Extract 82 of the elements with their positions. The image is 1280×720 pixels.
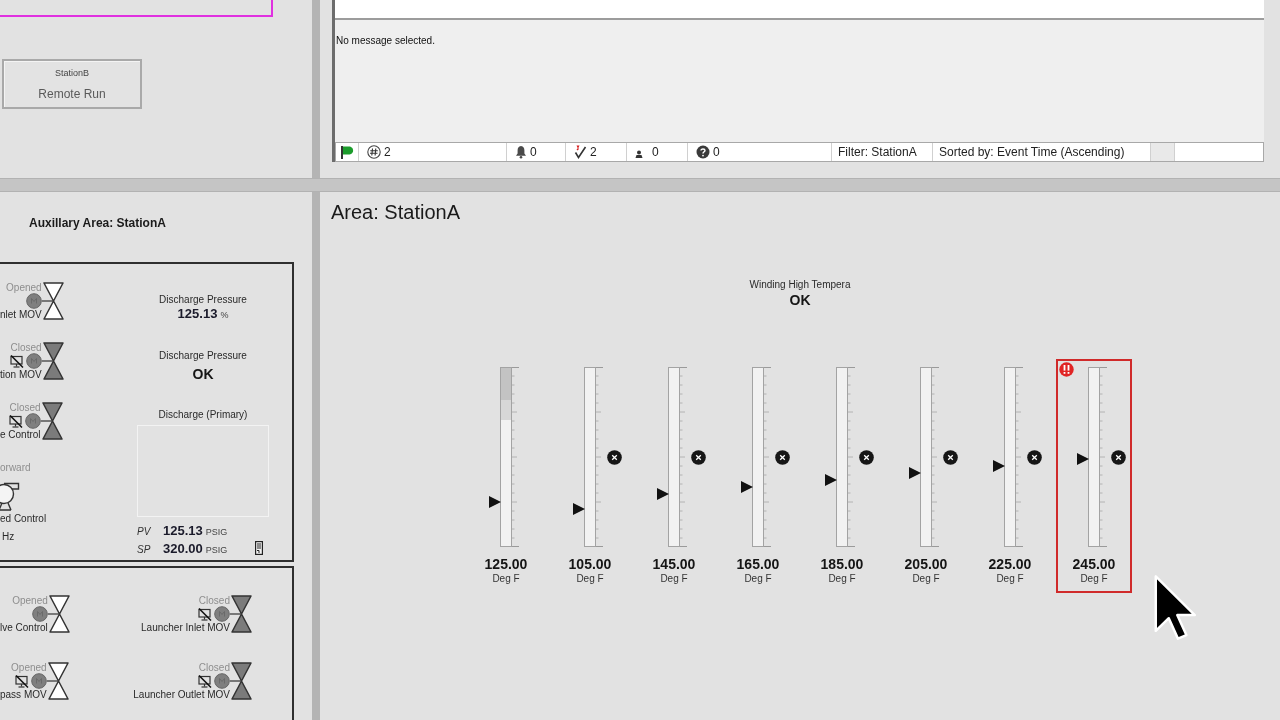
valve-label: nlet MOV bbox=[0, 309, 42, 320]
count-value: 0 bbox=[713, 145, 720, 159]
readout-value: 125.13 bbox=[177, 306, 218, 321]
bell-icon bbox=[515, 145, 527, 159]
count-value: 0 bbox=[530, 145, 537, 159]
valve-label: pass MOV bbox=[0, 689, 47, 700]
trend-value: 125.13 bbox=[163, 523, 203, 538]
count-value: 0 bbox=[652, 145, 659, 159]
valve-icon[interactable] bbox=[40, 402, 63, 440]
person-icon bbox=[635, 150, 643, 158]
gauge-value: 125.00 bbox=[484, 556, 528, 572]
alarm-list[interactable] bbox=[335, 0, 1264, 20]
flag-icon bbox=[340, 145, 354, 159]
count-value: 2 bbox=[384, 145, 391, 159]
trend-unit: PSIG bbox=[204, 527, 229, 537]
pump-label: ed Control bbox=[0, 513, 47, 524]
mouse-cursor-icon bbox=[1154, 574, 1198, 642]
gauge-unit: Deg F bbox=[996, 573, 1024, 585]
status-value: OK bbox=[789, 292, 811, 308]
count-value: 2 bbox=[590, 145, 597, 159]
valve-status: Opened bbox=[6, 282, 42, 293]
valve-label: e Control bbox=[0, 429, 41, 440]
actuator-icon[interactable] bbox=[214, 673, 230, 689]
valve-icon[interactable] bbox=[230, 595, 252, 633]
valve-label: tion MOV bbox=[0, 369, 42, 380]
hash-icon bbox=[367, 145, 381, 159]
gauge-value: 225.00 bbox=[988, 556, 1032, 572]
actuator-icon[interactable] bbox=[25, 293, 42, 309]
gauge-unit: Deg F bbox=[744, 573, 772, 585]
actuator-icon[interactable] bbox=[31, 606, 48, 622]
valve-status: Closed bbox=[198, 662, 230, 673]
valve-label: Launcher Inlet MOV bbox=[141, 622, 230, 633]
valve-icon[interactable] bbox=[230, 662, 252, 700]
valve-icon[interactable] bbox=[41, 282, 64, 320]
gauge-value: 245.00 bbox=[1072, 556, 1116, 572]
valve-status: Opened bbox=[11, 662, 47, 673]
valve-status: Closed bbox=[9, 402, 41, 413]
valve-status: Closed bbox=[10, 342, 42, 353]
check-icon bbox=[574, 145, 587, 159]
gauge-unit: Deg F bbox=[1080, 573, 1108, 585]
trend-value: 320.00 bbox=[163, 541, 203, 556]
actuator-icon[interactable] bbox=[24, 413, 41, 429]
gauge-unit: Deg F bbox=[492, 573, 520, 585]
area-title: Area: StationA bbox=[330, 200, 461, 224]
pump-status: orward bbox=[0, 462, 31, 473]
filter-label: Filter: StationA bbox=[838, 145, 917, 159]
readout-status: OK bbox=[192, 366, 214, 382]
document-icon[interactable] bbox=[255, 541, 263, 555]
trend-tag: SP bbox=[137, 544, 163, 556]
message-text: No message selected. bbox=[336, 35, 435, 46]
station-button[interactable]: StationB Remote Run bbox=[2, 59, 142, 109]
gauge-unit: Deg F bbox=[828, 573, 856, 585]
gauge-value: 105.00 bbox=[568, 556, 612, 572]
valve-status: Opened bbox=[12, 595, 48, 606]
gauge-unit: Deg F bbox=[912, 573, 940, 585]
trend-tag: PV bbox=[137, 526, 163, 538]
status-label: Winding High Tempera bbox=[749, 279, 851, 290]
actuator-icon[interactable] bbox=[25, 353, 42, 369]
trend-title: Discharge (Primary) bbox=[158, 409, 248, 420]
actuator-icon[interactable] bbox=[30, 673, 47, 689]
readout-label: Discharge Pressure bbox=[159, 350, 247, 361]
valve-icon[interactable] bbox=[46, 662, 69, 700]
pump-reading: Hz bbox=[1, 531, 15, 542]
readout-label: Discharge Pressure bbox=[159, 294, 247, 305]
alarm-badge-icon bbox=[1059, 362, 1074, 377]
gauge-unit: Deg F bbox=[576, 573, 604, 585]
gauge-value: 145.00 bbox=[652, 556, 696, 572]
valve-label: lve Control bbox=[0, 622, 48, 633]
help-icon bbox=[696, 145, 710, 159]
valve-label: Launcher Outlet MOV bbox=[133, 689, 230, 700]
valve-icon[interactable] bbox=[47, 595, 70, 633]
readout-unit: % bbox=[220, 310, 229, 320]
valve-status: Closed bbox=[198, 595, 230, 606]
gauge-value: 165.00 bbox=[736, 556, 780, 572]
gauge-value: 205.00 bbox=[904, 556, 948, 572]
valve-icon[interactable] bbox=[41, 342, 64, 380]
sort-label: Sorted by: Event Time (Ascending) bbox=[939, 145, 1125, 159]
trend-unit: PSIG bbox=[204, 545, 229, 555]
gauge-value: 185.00 bbox=[820, 556, 864, 572]
panel-title: Auxillary Area: StationA bbox=[28, 216, 167, 230]
actuator-icon[interactable] bbox=[214, 606, 230, 622]
gauge-unit: Deg F bbox=[660, 573, 688, 585]
